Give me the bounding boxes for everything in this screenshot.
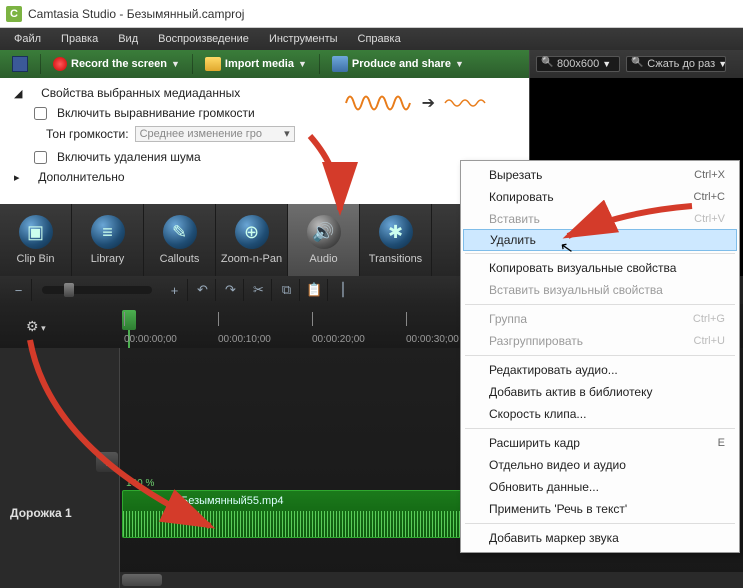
menu-delete[interactable]: Удалить	[463, 229, 737, 251]
copy-icon[interactable]: ⧉	[274, 279, 300, 301]
menu-ungroup: РазгруппироватьCtrl+U	[461, 330, 739, 352]
clip-name: Безымянный55.mp4	[181, 495, 283, 507]
waveform-illustration: ➔	[344, 88, 493, 118]
collapse-icon[interactable]: ◢	[14, 87, 22, 100]
time-label: 00:00:10;00	[218, 334, 271, 345]
menu-file[interactable]: Файл	[4, 30, 51, 48]
record-button[interactable]: Record the screen ▼	[47, 55, 186, 73]
menu-view[interactable]: Вид	[108, 30, 148, 48]
tab-audio[interactable]: 🔊Audio	[288, 204, 360, 276]
advanced-label: Дополнительно	[38, 170, 124, 184]
tab-callouts[interactable]: ✎Callouts	[144, 204, 216, 276]
clip-percent: 100 %	[126, 478, 154, 489]
volume-leveling-checkbox[interactable]	[34, 107, 47, 120]
zoom-icon: ⊕	[235, 215, 269, 249]
chevron-down-icon: ▼	[298, 59, 307, 69]
zoom-out-icon[interactable]: −	[6, 279, 32, 301]
app-logo: C	[6, 6, 22, 22]
menu-paste: ВставитьCtrl+V	[461, 208, 739, 230]
tab-zoom-n-pan[interactable]: ⊕Zoom-n-Pan	[216, 204, 288, 276]
menu-cut[interactable]: ВырезатьCtrl+X	[461, 164, 739, 186]
callouts-icon: ✎	[163, 215, 197, 249]
timeline-toolbar: − + ↶ ↷ ✂ ⧉ 📋 ⎮	[0, 276, 460, 304]
produce-button[interactable]: Produce and share ▼	[326, 54, 470, 74]
tool-tabs: ▣Clip Bin ≡Library ✎Callouts ⊕Zoom-n-Pan…	[0, 204, 460, 276]
produce-icon	[332, 56, 348, 72]
tone-dropdown[interactable]: Среднее изменение гро	[135, 126, 295, 142]
time-label: 00:00:20;00	[312, 334, 365, 345]
timeline-clip[interactable]: Безымянный55.mp4	[122, 490, 462, 538]
cut-icon[interactable]: ✂	[246, 279, 272, 301]
track-gutter: + Дорожка 1	[0, 348, 120, 588]
menu-paste-visual: Вставить визуальный свойства	[461, 279, 739, 301]
chevron-down-icon: ▼	[455, 59, 464, 69]
track-label[interactable]: Дорожка 1	[10, 506, 72, 520]
menu-extend-frame[interactable]: Расширить кадрE	[461, 432, 739, 454]
folder-icon	[205, 57, 221, 71]
tab-transitions[interactable]: ✱Transitions	[360, 204, 432, 276]
menu-update-data[interactable]: Обновить данные...	[461, 476, 739, 498]
chevron-down-icon: ▼	[171, 59, 180, 69]
dimensions-dropdown[interactable]: 800x600 ▼	[536, 56, 620, 72]
save-button[interactable]	[6, 54, 34, 74]
properties-panel: ◢ Свойства выбранных медиаданных Включит…	[0, 78, 529, 204]
record-label: Record the screen	[71, 58, 167, 70]
record-icon	[53, 57, 67, 71]
menu-add-asset[interactable]: Добавить актив в библиотеку	[461, 381, 739, 403]
redo-icon[interactable]: ↷	[218, 279, 244, 301]
tone-label: Тон громкости:	[46, 127, 129, 141]
menu-clip-speed[interactable]: Скорость клипа...	[461, 403, 739, 425]
transitions-icon: ✱	[379, 215, 413, 249]
clipbin-icon: ▣	[19, 215, 53, 249]
tab-library[interactable]: ≡Library	[72, 204, 144, 276]
menu-edit[interactable]: Правка	[51, 30, 108, 48]
time-label: 00:00:30;00	[406, 334, 459, 345]
volume-leveling-label: Включить выравнивание громкости	[57, 106, 255, 120]
menubar: Файл Правка Вид Воспроизведение Инструме…	[0, 28, 743, 50]
tab-clip-bin[interactable]: ▣Clip Bin	[0, 204, 72, 276]
menu-tools[interactable]: Инструменты	[259, 30, 348, 48]
noise-removal-checkbox[interactable]	[34, 151, 47, 164]
noise-removal-label: Включить удаления шума	[57, 150, 201, 164]
preview-toolbar: 800x600 ▼ Сжать до раз ▼	[529, 50, 743, 78]
undo-icon[interactable]: ↶	[190, 279, 216, 301]
menu-group: ГруппаCtrl+G	[461, 308, 739, 330]
menu-add-marker[interactable]: Добавить маркер звука	[461, 527, 739, 549]
produce-label: Produce and share	[352, 58, 451, 70]
library-icon: ≡	[91, 215, 125, 249]
horizontal-scrollbar[interactable]	[120, 572, 743, 588]
save-icon	[12, 56, 28, 72]
add-track-button[interactable]: +	[96, 452, 118, 472]
shrink-dropdown[interactable]: Сжать до раз ▼	[626, 56, 726, 72]
import-label: Import media	[225, 58, 294, 70]
menu-copy[interactable]: КопироватьCtrl+C	[461, 186, 739, 208]
context-menu: ВырезатьCtrl+X КопироватьCtrl+C Вставить…	[460, 160, 740, 553]
split-icon[interactable]: ⎮	[330, 279, 356, 301]
gear-icon[interactable]: ⚙	[26, 318, 46, 335]
zoom-in-icon[interactable]: +	[162, 279, 188, 301]
menu-playback[interactable]: Воспроизведение	[148, 30, 259, 48]
clip-waveform	[123, 511, 461, 537]
menu-help[interactable]: Справка	[348, 30, 411, 48]
panel-heading: Свойства выбранных медиаданных	[41, 86, 240, 100]
menu-edit-audio[interactable]: Редактировать аудио...	[461, 359, 739, 381]
expand-icon[interactable]: ▸	[14, 171, 20, 184]
zoom-slider[interactable]	[42, 286, 152, 294]
menu-speech-to-text[interactable]: Применить 'Речь в текст'	[461, 498, 739, 520]
speaker-icon: 🔊	[307, 215, 341, 249]
titlebar: C Camtasia Studio - Безымянный.camproj	[0, 0, 743, 28]
menu-copy-visual[interactable]: Копировать визуальные свойства	[461, 257, 739, 279]
paste-icon[interactable]: 📋	[302, 279, 328, 301]
window-title: Camtasia Studio - Безымянный.camproj	[28, 7, 244, 21]
import-button[interactable]: Import media ▼	[199, 55, 313, 73]
time-label: 00:00:00;00	[124, 334, 177, 345]
menu-separate-av[interactable]: Отдельно видео и аудио	[461, 454, 739, 476]
